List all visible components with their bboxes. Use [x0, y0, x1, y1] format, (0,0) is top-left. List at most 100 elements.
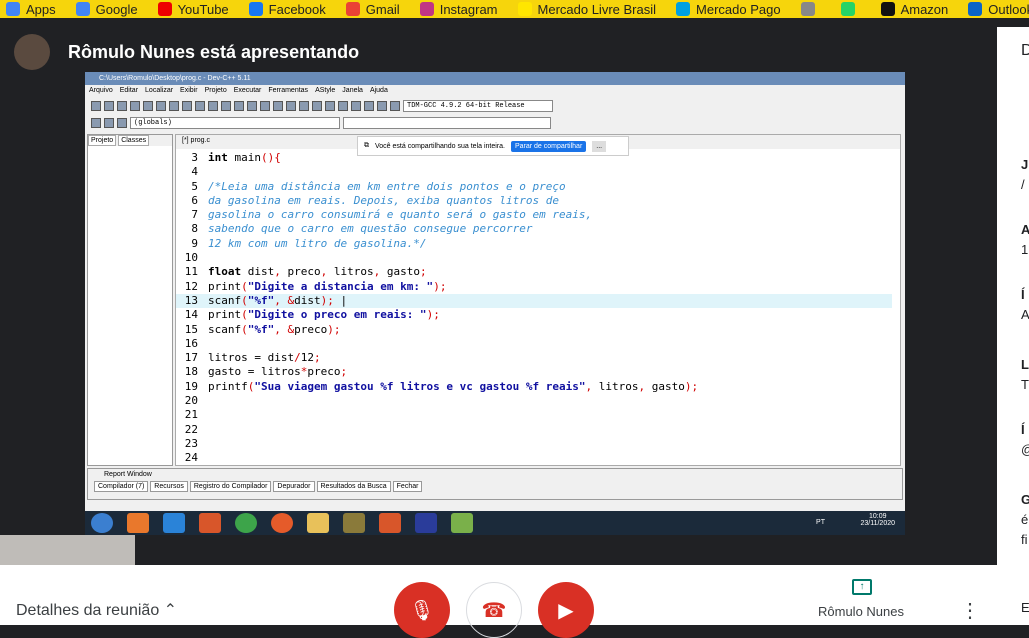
panel-text: Er	[1021, 600, 1029, 615]
code-line[interactable]: 5 /*Leia uma distância em km entre dois p…	[176, 180, 892, 194]
code-line[interactable]: 17 litros = dist/12;	[176, 351, 892, 365]
menu-item[interactable]: Executar	[234, 85, 262, 97]
code-line[interactable]: 19 printf("Sua viagem gastou %f litros e …	[176, 380, 892, 394]
bookmark-11[interactable]: Outlook	[962, 2, 1029, 17]
scope-select[interactable]: (globals)	[130, 116, 340, 129]
code-line[interactable]: 11 float dist, preco, litros, gasto;	[176, 265, 892, 279]
line-number: 9	[191, 236, 198, 250]
stop-sharing-button[interactable]: Parar de compartilhar	[510, 140, 587, 152]
bookmark-5[interactable]: Instagram	[414, 2, 498, 17]
panel-text: G	[1021, 492, 1029, 507]
code-line[interactable]: 8 sabendo que o carro em questão consegue…	[176, 222, 892, 236]
line-number: 17	[184, 351, 198, 365]
code-line[interactable]: 10	[176, 251, 892, 265]
panel-text: J	[1021, 157, 1029, 172]
line-number: 3	[191, 151, 198, 164]
code-line[interactable]: 21	[176, 408, 892, 422]
code-area[interactable]: 3 int main(){4 5 /*Leia uma distância em km…	[176, 151, 892, 466]
bookmark-8[interactable]	[795, 2, 821, 16]
report-tab[interactable]: Fechar	[392, 481, 423, 492]
menu-item[interactable]: Editar	[120, 85, 138, 97]
menu-item[interactable]: Exibir	[180, 85, 198, 97]
bookmark-6[interactable]: Mercado Livre Brasil	[512, 1, 657, 17]
report-tab[interactable]: Depurador	[273, 481, 315, 492]
meeting-details-button[interactable]: Detalhes da reunião ⌃	[16, 600, 177, 620]
clock[interactable]: 10:09 23/11/2020	[860, 513, 895, 527]
ie-icon[interactable]	[163, 513, 185, 533]
code-line[interactable]: 6 da gasolina em reais. Depois, exiba qua…	[176, 194, 892, 208]
more-options-icon[interactable]: ⋮	[960, 598, 980, 623]
mic-off-button[interactable]: 🎙	[394, 582, 450, 638]
folder-icon[interactable]	[307, 513, 329, 533]
code-line[interactable]: 4	[176, 165, 892, 179]
report-tab[interactable]: Registro do Compilador	[189, 481, 272, 492]
menu-item[interactable]: Projeto	[205, 85, 227, 97]
menu-item[interactable]: Localizar	[145, 85, 173, 97]
code-line[interactable]: 13 scanf("%f", &dist); |	[176, 293, 892, 309]
code-line[interactable]: 22	[176, 423, 892, 437]
matlab-icon-2[interactable]	[379, 513, 401, 533]
bookmark-9[interactable]	[835, 2, 861, 16]
leave-call-button[interactable]: ☎	[466, 582, 522, 638]
menu-item[interactable]: Janela	[342, 85, 363, 97]
line-number: 5	[191, 179, 198, 193]
line-number: 22	[184, 422, 198, 436]
bookmark-7[interactable]: Mercado Pago	[670, 2, 781, 17]
bookmark-10[interactable]: Amazon	[875, 2, 948, 17]
matlab-icon[interactable]	[199, 513, 221, 533]
media-icon[interactable]	[127, 513, 149, 533]
bookmark-icon	[419, 2, 434, 16]
bookmark-label: Mercado Livre Brasil	[537, 1, 657, 17]
firefox-icon[interactable]	[271, 513, 293, 533]
code-line[interactable]: 12 print("Digite a distancia em km: ");	[176, 280, 892, 294]
code-line[interactable]: 24	[176, 451, 892, 465]
panel-text: fi	[1021, 532, 1028, 547]
report-tab[interactable]: Compilador (7)	[94, 481, 149, 492]
menu-item[interactable]: AStyle	[315, 85, 335, 97]
line-text: gasolina o carro consumirá e quanto será…	[208, 208, 593, 222]
toolbar-2: (globals)	[85, 114, 905, 131]
tray-lang[interactable]: PT	[816, 519, 825, 526]
bookmark-icon	[800, 2, 815, 16]
tab-classes[interactable]: Classes	[118, 135, 150, 146]
presenter-name[interactable]: Rômulo Nunes	[818, 604, 904, 619]
window-title: C:\Users\Romulo\Desktop\prog.c - Dev-C++…	[85, 72, 905, 85]
code-line[interactable]: 7 gasolina o carro consumirá e quanto ser…	[176, 208, 892, 222]
code-line[interactable]: 14 print("Digite o preco em reais: ");	[176, 308, 892, 322]
code-line[interactable]: 16	[176, 337, 892, 351]
code-line[interactable]: 9 12 km com um litro de gasolina.*/	[176, 237, 892, 251]
code-editor[interactable]: [*] prog.c 3 int main(){4 5/*Leia uma dist…	[175, 134, 901, 466]
bookmark-3[interactable]: Facebook	[243, 2, 326, 17]
presentation-icon[interactable]: ↑	[852, 579, 872, 595]
notepad-icon[interactable]	[451, 513, 473, 533]
line-text	[204, 251, 208, 265]
line-text: float dist, preco, litros, gasto;	[208, 265, 427, 279]
report-tab[interactable]: Recursos	[150, 481, 188, 492]
menu-item[interactable]: Arquivo	[89, 85, 113, 97]
start-icon[interactable]	[91, 513, 113, 533]
code-line[interactable]: 18 gasto = litros*preco;	[176, 365, 892, 379]
report-tab[interactable]: Resultados da Busca	[316, 481, 391, 492]
camera-off-button[interactable]: ▶	[538, 582, 594, 638]
code-line[interactable]: 23	[176, 437, 892, 451]
symbol-select[interactable]	[343, 116, 551, 129]
tab-projeto[interactable]: Projeto	[88, 135, 117, 146]
menu-item[interactable]: Ferramentas	[268, 85, 308, 97]
notice-more-button[interactable]: ...	[592, 140, 607, 152]
bookmark-2[interactable]: YouTube	[152, 2, 229, 17]
panel-text: /	[1021, 177, 1025, 192]
compiler-select[interactable]: TDM-GCC 4.9.2 64-bit Release	[403, 99, 553, 112]
code-line[interactable]: 15 scanf("%f", &preco);	[176, 323, 892, 337]
bookmark-4[interactable]: Gmail	[340, 2, 400, 17]
chrome-icon[interactable]	[235, 513, 257, 533]
line-text: litros = dist/12;	[208, 351, 321, 365]
lol-icon[interactable]	[343, 513, 365, 533]
menu-item[interactable]: Ajuda	[370, 85, 388, 97]
bookmark-1[interactable]: Google	[70, 2, 138, 17]
bookmark-0[interactable]: Apps	[0, 2, 56, 17]
line-number: 20	[184, 394, 198, 408]
bookmark-icon	[248, 2, 263, 16]
devcpp-icon[interactable]	[415, 513, 437, 533]
code-line[interactable]: 20	[176, 394, 892, 408]
bookmark-icon	[517, 2, 532, 16]
